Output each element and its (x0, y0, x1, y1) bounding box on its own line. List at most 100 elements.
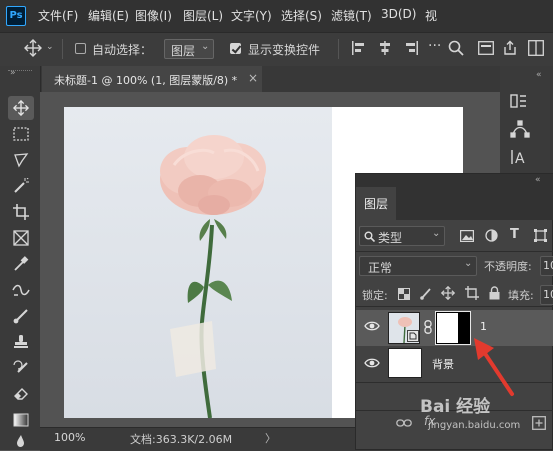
chevron-down-icon: ⌄ (432, 228, 441, 239)
close-icon[interactable]: × (248, 71, 258, 85)
menu-type[interactable]: 文字(Y) (231, 7, 272, 24)
search-icon (364, 231, 375, 242)
lock-artboard-icon[interactable] (465, 286, 479, 300)
chevron-down-icon: ⌄ (464, 258, 473, 269)
auto-select-checkbox[interactable] (75, 43, 86, 54)
fill-value: 10 (543, 288, 553, 301)
blend-mode-dropdown[interactable]: 正常 ⌄ (359, 256, 477, 276)
eraser-tool-icon[interactable] (8, 382, 34, 406)
layer-1-name[interactable]: 1 (480, 320, 487, 333)
collapse-icon[interactable]: « (535, 175, 541, 185)
opacity-label: 不透明度: (484, 260, 532, 273)
chain-link-icon[interactable] (424, 320, 432, 334)
zoom-level[interactable]: 100% (54, 431, 85, 444)
frame-tool-icon[interactable] (8, 226, 34, 250)
svg-text:A: A (515, 151, 525, 166)
link-layers-icon[interactable] (396, 418, 412, 428)
collapse-panels-icon[interactable]: « (536, 70, 542, 80)
history-brush-tool-icon[interactable] (8, 356, 34, 380)
eyedropper-tool-icon[interactable] (8, 252, 34, 276)
marquee-tool-icon[interactable] (8, 122, 34, 146)
filter-type-icon[interactable]: T (510, 227, 519, 242)
menu-3d[interactable]: 3D(D) (381, 7, 416, 21)
document-tab[interactable]: 未标题-1 @ 100% (1, 图层蒙版/8) * × (42, 66, 262, 92)
eye-visibility-icon[interactable] (364, 320, 380, 332)
history-icon[interactable] (510, 92, 528, 110)
share-icon[interactable] (502, 40, 518, 56)
status-menu-chevron-icon[interactable]: 〉 (265, 430, 276, 446)
dropdown-value: 图层 (171, 44, 196, 58)
collapse-icon[interactable]: » (10, 68, 16, 78)
magic-wand-tool-icon[interactable] (8, 174, 34, 198)
move-tool-icon[interactable] (8, 96, 34, 120)
filter-kind-value: 类型 (378, 231, 403, 245)
background-layer-thumbnail[interactable] (388, 348, 422, 378)
auto-select-label: 自动选择： (92, 43, 153, 57)
divider (62, 39, 63, 59)
divider (356, 306, 553, 307)
menu-select[interactable]: 选择(S) (281, 7, 322, 24)
lock-all-icon[interactable] (489, 286, 500, 300)
lock-pixels-icon[interactable] (420, 287, 432, 300)
character-panel-icon[interactable]: A (510, 148, 530, 166)
lock-transparent-icon[interactable] (398, 288, 410, 300)
panel-layout-icon[interactable] (528, 40, 544, 56)
menu-file[interactable]: 文件(F) (38, 7, 78, 24)
annotation-arrow-icon (470, 336, 520, 398)
workspace-icon[interactable] (478, 41, 494, 55)
tab-layers-label: 图层 (364, 197, 389, 211)
watermark-text: Bai 经验 (420, 397, 491, 417)
smart-object-icon (407, 330, 419, 342)
mask-white-area (437, 313, 458, 343)
tool-preset-chevron-icon[interactable]: ⌄ (46, 42, 54, 52)
healing-brush-tool-icon[interactable] (8, 278, 34, 302)
path-selection-icon[interactable] (510, 120, 530, 138)
gradient-tool-icon[interactable] (8, 408, 34, 432)
brush-tool-icon[interactable] (8, 304, 34, 328)
fill-label: 填充: (508, 289, 534, 302)
lock-position-icon[interactable] (441, 286, 455, 300)
lasso-tool-icon[interactable] (8, 148, 34, 172)
layer-filter-dropdown[interactable]: 类型 ⌄ (359, 226, 445, 246)
show-transform-label: 显示变换控件 (248, 43, 321, 57)
fill-input[interactable]: 10 (540, 285, 553, 305)
opacity-value: 10 (543, 259, 553, 272)
tab-layers[interactable]: 图层 (356, 187, 396, 220)
more-options-icon[interactable]: ··· (428, 38, 441, 54)
menu-image[interactable]: 图像(I) (135, 7, 172, 24)
filter-pixel-icon[interactable] (460, 230, 474, 242)
document-info[interactable]: 文档:363.3K/2.06M (130, 431, 232, 447)
menu-view[interactable]: 视 (425, 7, 437, 24)
align-right-icon[interactable] (404, 41, 418, 55)
crop-tool-icon[interactable] (8, 200, 34, 224)
opacity-input[interactable]: 10 (540, 256, 553, 276)
lock-label: 锁定: (362, 289, 388, 302)
canvas-photo-flower[interactable] (64, 107, 332, 418)
document-tab-title: 未标题-1 @ 100% (1, 图层蒙版/8) * (54, 74, 238, 87)
background-layer-name[interactable]: 背景 (432, 356, 454, 372)
divider (338, 39, 339, 59)
blend-mode-value: 正常 (368, 261, 393, 275)
layer-mask-thumbnail[interactable] (435, 311, 471, 345)
eye-visibility-icon[interactable] (364, 357, 380, 369)
search-icon[interactable] (448, 40, 464, 56)
watermark-url: jingyan.baidu.com (428, 420, 521, 431)
clone-stamp-tool-icon[interactable] (8, 330, 34, 354)
menu-layer[interactable]: 图层(L) (183, 7, 223, 24)
divider (356, 251, 553, 252)
new-layer-icon[interactable] (532, 416, 546, 430)
divider (356, 382, 553, 383)
menu-edit[interactable]: 编辑(E) (88, 7, 129, 24)
align-hcenter-icon[interactable] (378, 41, 392, 55)
show-transform-checkbox[interactable] (230, 43, 241, 54)
align-left-icon[interactable] (352, 41, 366, 55)
filter-adjustment-icon[interactable] (485, 229, 498, 242)
blur-tool-icon[interactable] (8, 432, 34, 450)
move-tool-icon[interactable] (24, 39, 42, 57)
auto-select-target-dropdown[interactable]: 图层 ⌄ (164, 39, 214, 59)
menu-bar (0, 0, 553, 32)
menu-filter[interactable]: 滤镜(T) (331, 7, 372, 24)
chevron-down-icon: ⌄ (201, 41, 210, 52)
filter-shape-icon[interactable] (534, 229, 547, 242)
photoshop-logo: Ps (6, 6, 26, 26)
